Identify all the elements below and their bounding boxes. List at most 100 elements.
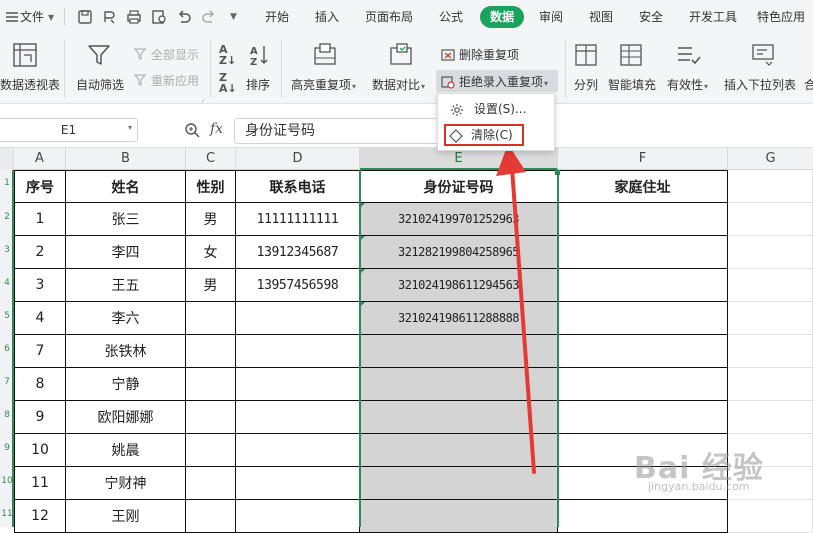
fill-handle[interactable] [555, 170, 560, 175]
cell-name[interactable]: 张铁林 [66, 335, 186, 368]
cell-gender[interactable] [186, 302, 236, 335]
row-header[interactable]: 7 [0, 377, 14, 387]
clear-menu-item[interactable]: 清除(C) [444, 124, 524, 146]
cell-seq[interactable]: 4 [14, 302, 66, 335]
smart-fill-button[interactable]: 智能填充 [608, 76, 656, 93]
chevron-down-icon[interactable]: ▼ [48, 13, 54, 22]
tab-page-layout[interactable]: 页面布局 [362, 6, 416, 28]
corner-launcher-icon[interactable]: ⌟ [201, 95, 204, 103]
save-icon[interactable] [76, 8, 94, 26]
cell-seq[interactable]: 9 [14, 401, 66, 434]
tab-developer[interactable]: 开发工具 [684, 6, 742, 28]
fx-icon[interactable]: fx [210, 121, 223, 137]
table-header-cell[interactable]: 序号 [14, 170, 66, 203]
column-header-f[interactable]: F [558, 148, 728, 170]
filter-icon[interactable] [86, 42, 112, 72]
text-to-columns-icon[interactable] [573, 42, 599, 72]
show-all-icon[interactable] [133, 46, 147, 65]
cell-phone[interactable] [236, 434, 360, 467]
compare-data-button[interactable]: 数据对比▾ [372, 76, 425, 93]
validity-icon[interactable] [675, 42, 701, 72]
cell-gender[interactable] [186, 368, 236, 401]
column-header-a[interactable]: A [14, 148, 66, 170]
cell-gender[interactable]: 男 [186, 203, 236, 236]
pivot-table-button[interactable]: 数据透视表 [0, 76, 60, 93]
tab-insert[interactable]: 插入 [309, 6, 345, 28]
row-header[interactable]: 9 [0, 443, 14, 453]
cell-seq[interactable]: 10 [14, 434, 66, 467]
cell-seq[interactable]: 7 [14, 335, 66, 368]
insert-dropdown-list-icon[interactable] [750, 42, 776, 72]
compare-data-icon[interactable] [388, 42, 414, 72]
row-header[interactable]: 4 [0, 278, 14, 288]
cell-id-number[interactable] [360, 500, 558, 533]
chevron-down-icon[interactable]: ▼ [230, 12, 237, 22]
tab-review[interactable]: 审阅 [533, 6, 569, 28]
tab-view[interactable]: 视图 [583, 6, 619, 28]
table-header-cell[interactable]: 姓名 [66, 170, 186, 203]
cell-gender[interactable]: 男 [186, 269, 236, 302]
formula-input[interactable]: 身份证号码 [234, 118, 454, 144]
row-header[interactable]: 8 [0, 410, 14, 420]
export-pdf-icon[interactable] [100, 8, 118, 26]
tab-data[interactable]: 数据 [480, 6, 524, 28]
cell-name[interactable]: 宁财神 [66, 467, 186, 500]
table-header-cell[interactable]: 联系电话 [236, 170, 360, 203]
cell-address[interactable] [558, 335, 728, 368]
cell-name[interactable]: 欧阳娜娜 [66, 401, 186, 434]
cell-name[interactable]: 姚晨 [66, 434, 186, 467]
cell-empty[interactable] [728, 170, 813, 203]
chevron-down-icon[interactable]: ▾ [128, 123, 132, 132]
column-header-d[interactable]: D [236, 148, 360, 170]
cell-empty[interactable] [728, 500, 813, 533]
row-header[interactable]: 1 [0, 178, 14, 188]
cell-gender[interactable] [186, 500, 236, 533]
remove-duplicates-button[interactable]: 删除重复项 [459, 46, 519, 63]
print-preview-icon[interactable] [150, 8, 168, 26]
name-box[interactable]: E1 [0, 118, 138, 142]
cell-address[interactable] [558, 500, 728, 533]
cell-empty[interactable] [728, 236, 813, 269]
cell-seq[interactable]: 3 [14, 269, 66, 302]
validity-button[interactable]: 有效性▾ [667, 76, 708, 93]
column-header-c[interactable]: C [186, 148, 236, 170]
tab-formulas[interactable]: 公式 [433, 6, 469, 28]
undo-icon[interactable] [175, 8, 193, 26]
settings-menu-item[interactable]: 设置(S)... [444, 98, 550, 120]
merge-calc-button[interactable]: 合 [804, 76, 813, 93]
cell-name[interactable]: 宁静 [66, 368, 186, 401]
menu-file[interactable]: 文件 [18, 6, 46, 28]
table-header-cell[interactable]: 性别 [186, 170, 236, 203]
select-all-corner[interactable] [0, 148, 14, 170]
cell-empty[interactable] [728, 401, 813, 434]
row-header[interactable]: 11 [0, 509, 14, 519]
cell-empty[interactable] [728, 368, 813, 401]
insert-dropdown-list-button[interactable]: 插入下拉列表 [724, 76, 796, 93]
cell-seq[interactable]: 12 [14, 500, 66, 533]
tab-security[interactable]: 安全 [633, 6, 669, 28]
cell-name[interactable]: 李六 [66, 302, 186, 335]
print-icon[interactable] [125, 8, 143, 26]
autofilter-button[interactable]: 自动筛选 [76, 76, 124, 93]
cell-seq[interactable]: 1 [14, 203, 66, 236]
cell-gender[interactable] [186, 401, 236, 434]
cell-phone[interactable] [236, 401, 360, 434]
cell-address[interactable] [558, 368, 728, 401]
sort-ascending-icon[interactable]: A Z↓ [219, 44, 236, 66]
cell-address[interactable] [558, 269, 728, 302]
cell-phone[interactable] [236, 368, 360, 401]
zoom-search-icon[interactable] [184, 122, 200, 142]
cell-empty[interactable] [728, 335, 813, 368]
cell-empty[interactable] [728, 269, 813, 302]
column-header-g[interactable]: G [728, 148, 813, 170]
cell-gender[interactable] [186, 434, 236, 467]
cell-gender[interactable]: 女 [186, 236, 236, 269]
cell-name[interactable]: 李四 [66, 236, 186, 269]
cell-address[interactable] [558, 302, 728, 335]
sort-icon[interactable]: AZ [246, 42, 272, 72]
cell-address[interactable] [558, 401, 728, 434]
pivot-table-icon[interactable] [12, 42, 38, 72]
highlight-duplicates-button[interactable]: 高亮重复项▾ [291, 76, 356, 93]
smart-fill-icon[interactable] [618, 42, 644, 72]
cell-phone[interactable]: 11111111111 [236, 203, 360, 236]
